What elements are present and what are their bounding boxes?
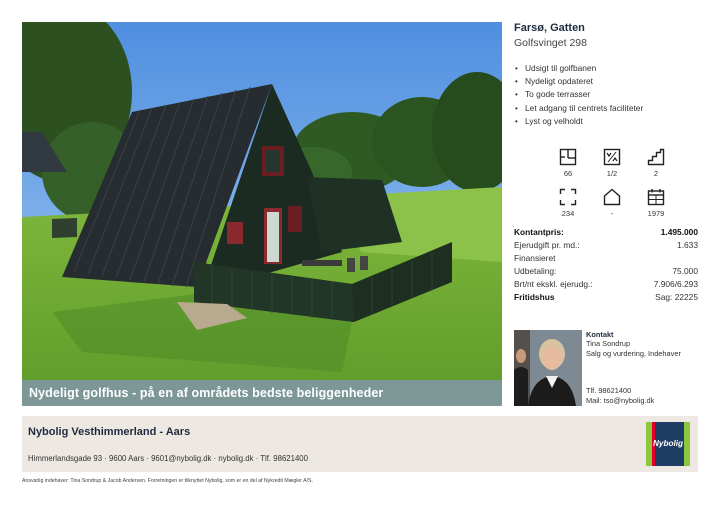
office-name: Nybolig Vesthimmerland - Aars — [28, 426, 191, 438]
listing-title: Farsø, Gatten — [514, 22, 585, 34]
price-label: Ejerudgift pr. md.: — [514, 240, 580, 250]
stairs-icon — [647, 148, 665, 166]
feature-item: Let adgang til centrets faciliteter — [514, 102, 643, 115]
area-expand-icon — [559, 188, 577, 206]
fact-value: 234 — [561, 209, 575, 218]
calendar-icon — [647, 189, 665, 206]
price-row-down-payment: Udbetaling: 75.000 — [514, 265, 698, 278]
fact-year-built: 1979 — [634, 188, 678, 218]
price-value: 1.495.000 — [660, 227, 698, 237]
feature-item: Udsigt til golfbanen — [514, 62, 643, 75]
price-row-financed: Finansieret — [514, 252, 698, 265]
property-photo-illustration — [22, 22, 502, 406]
price-table: Kontantpris: 1.495.000 Ejerudgift pr. md… — [514, 226, 698, 304]
listing-summary: Farsø, Gatten Golfsvinget 298 Udsigt til… — [514, 22, 698, 302]
price-label: Finansieret — [514, 253, 556, 263]
agent-portrait — [514, 330, 582, 406]
property-category: Fritidshus — [514, 292, 555, 302]
price-value: 7.906/6.293 — [653, 279, 698, 289]
floor-plan-icon — [559, 148, 577, 166]
nybolig-logo[interactable]: Nybolig — [646, 422, 690, 466]
fact-value: 1/2 — [606, 169, 618, 178]
rooms-icon — [603, 148, 621, 166]
key-facts: 66 1/2 2 234 - 1979 — [546, 148, 666, 218]
legal-notice: Ansvarlig indehaver: Tina Sondrup & Jaco… — [22, 478, 313, 484]
fact-living-area: 66 — [546, 148, 590, 178]
agent-photo — [514, 330, 582, 406]
case-number: Sag: 22225 — [655, 292, 698, 302]
price-row-owner-expense: Ejerudgift pr. md.: 1.633 — [514, 239, 698, 252]
price-label: Udbetaling: — [514, 266, 557, 276]
office-contact-line: Himmerlandsgade 93 · 9600 Aars · 9601@ny… — [28, 454, 308, 463]
agent-phone[interactable]: Tlf. 98621400 — [586, 386, 654, 396]
feature-item: To gode terrasser — [514, 88, 643, 101]
fact-value: - — [610, 209, 614, 218]
agent-name: Tina Sondrup — [586, 339, 631, 348]
feature-item: Nydeligt opdateret — [514, 75, 643, 88]
fact-value: 2 — [653, 169, 659, 178]
contact-heading: Kontakt — [586, 330, 614, 339]
price-row-cash-price: Kontantpris: 1.495.000 — [514, 226, 698, 239]
fact-value: 66 — [563, 169, 573, 178]
fact-floors: 2 — [634, 148, 678, 178]
fact-rooms: 1/2 — [590, 148, 634, 178]
house-icon — [603, 188, 621, 206]
fact-lot-size: 234 — [546, 188, 590, 218]
agent-email[interactable]: Mail: tso@nybolig.dk — [586, 396, 654, 406]
price-label: Kontantpris: — [514, 227, 564, 237]
logo-text: Nybolig — [652, 439, 684, 448]
price-value: 75.000 — [672, 266, 698, 276]
feature-item: Lyst og velholdt — [514, 115, 643, 128]
agent-contact: Kontakt Tina Sondrup Salg og vurdering, … — [586, 330, 698, 405]
agent-role: Salg og vurdering, Indehaver — [586, 349, 681, 358]
agent-contact-details: Tlf. 98621400 Mail: tso@nybolig.dk — [586, 386, 654, 406]
fact-value: 1979 — [647, 209, 665, 218]
listing-address: Golfsvinget 298 — [514, 37, 587, 49]
price-value: 1.633 — [677, 240, 698, 250]
property-photo[interactable]: Nydeligt golfhus - på en af områdets bed… — [22, 22, 502, 406]
fact-basement: - — [590, 188, 634, 218]
price-label: Brt/nt ekskl. ejerudg.: — [514, 279, 593, 289]
price-row-category: Fritidshus Sag: 22225 — [514, 291, 698, 304]
photo-caption: Nydeligt golfhus - på en af områdets bed… — [22, 380, 502, 406]
price-row-gross-net: Brt/nt ekskl. ejerudg.: 7.906/6.293 — [514, 278, 698, 291]
feature-list: Udsigt til golfbanen Nydeligt opdateret … — [514, 62, 643, 128]
office-footer: Nybolig Vesthimmerland - Aars Himmerland… — [22, 416, 698, 472]
